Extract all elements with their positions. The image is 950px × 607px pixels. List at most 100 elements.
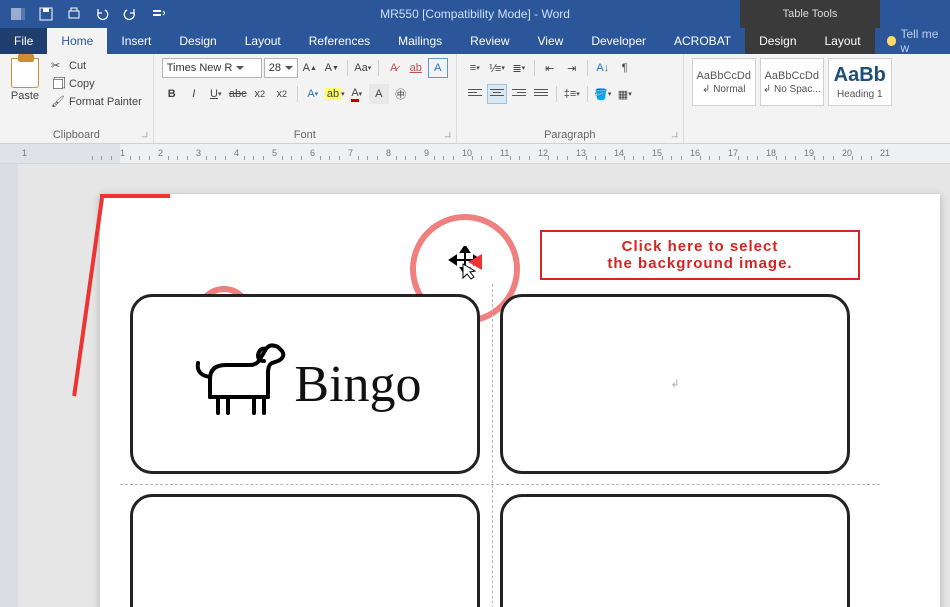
tab-table-design[interactable]: Design [745,28,810,54]
group-font: Times New R 28 A▲ A▼ Aa▾ A̷ ab A B I U▾ … [154,54,457,143]
char-shading-button[interactable]: A [369,84,389,104]
group-label-paragraph: Paragraph [465,127,675,141]
group-styles: AaBbCcDd ↲ Normal AaBbCcDd ↲ No Spac... … [684,54,950,143]
style-normal[interactable]: AaBbCcDd ↲ Normal [692,58,756,106]
font-size-combo[interactable]: 28 [264,58,298,78]
paste-button[interactable]: Paste [8,58,42,110]
underline-button[interactable]: U▾ [206,84,226,104]
label-cell-3[interactable] [130,494,480,607]
bold-button[interactable]: B [162,84,182,104]
change-case-button[interactable]: Aa▾ [353,58,373,78]
align-center-button[interactable] [487,84,507,104]
annotation-callout-top: Click here to select the background imag… [540,230,860,280]
tab-design[interactable]: Design [165,28,230,54]
tell-me-search[interactable]: Tell me w [887,28,950,54]
undo-icon[interactable] [90,3,114,25]
copy-icon [53,79,63,89]
character-border-button[interactable]: A [428,58,448,78]
tab-developer[interactable]: Developer [577,28,660,54]
ruler-label: 8 [386,148,391,158]
redo-icon[interactable] [118,3,142,25]
line-spacing-button[interactable]: ‡≡▾ [562,84,582,104]
font-color-button[interactable]: A▾ [347,84,367,104]
show-marks-button[interactable]: ¶ [615,58,635,78]
paste-icon [11,58,39,88]
align-left-icon [468,89,482,99]
decrease-indent-button[interactable]: ⇤ [540,58,560,78]
tab-mailings[interactable]: Mailings [384,28,456,54]
superscript-button[interactable]: x2 [272,84,292,104]
align-right-button[interactable] [509,84,529,104]
table-gridline-horizontal [120,484,880,485]
align-right-icon [512,89,526,99]
shrink-font-button[interactable]: A▼ [322,58,342,78]
ruler-label: 16 [690,148,700,158]
ruler-label: 18 [766,148,776,158]
style-heading1[interactable]: AaBb Heading 1 [828,58,892,106]
annotation-top-line2: the background image. [552,255,848,272]
copy-label: Copy [69,78,95,90]
document-canvas[interactable]: Click here to select the background imag… [0,164,950,607]
save-icon[interactable] [34,3,58,25]
format-painter-button[interactable]: 🖌Format Painter [48,94,145,110]
ruler-label: 14 [614,148,624,158]
sort-button[interactable]: A↓ [593,58,613,78]
ruler-label: 15 [652,148,662,158]
tab-layout[interactable]: Layout [231,28,295,54]
ruler-label: 10 [462,148,472,158]
label-cell-1-text: Bingo [294,355,421,414]
tab-view[interactable]: View [524,28,578,54]
tab-references[interactable]: References [295,28,384,54]
phonetic-guide-button[interactable]: ab [406,58,426,78]
tab-home[interactable]: Home [47,28,107,54]
label-cell-4[interactable] [500,494,850,607]
qat-customize-icon[interactable] [146,3,170,25]
multilevel-list-button[interactable]: ≣▾ [509,58,529,78]
print-preview-icon[interactable] [62,3,86,25]
ruler-label: 6 [310,148,315,158]
group-paragraph: ≡▾ ⅟≡▾ ≣▾ ⇤ ⇥ A↓ ¶ ‡≡▾ 🪣▾ ▦▾ [457,54,684,143]
page[interactable]: Click here to select the background imag… [100,194,940,607]
increase-indent-button[interactable]: ⇥ [562,58,582,78]
title-bar: MR550 [Compatibility Mode] - Word Table … [0,0,950,28]
ruler-label: 11 [500,148,509,158]
style-normal-label: ↲ Normal [702,84,745,95]
align-left-button[interactable] [465,84,485,104]
enclose-char-button[interactable]: ㊥ [391,84,411,104]
bullets-button[interactable]: ≡▾ [465,58,485,78]
ruler-label: 7 [348,148,353,158]
subscript-button[interactable]: x2 [250,84,270,104]
ribbon: Paste ✂Cut Copy 🖌Format Painter Clipboar… [0,54,950,144]
ruler-label: 2 [158,148,163,158]
ruler-label: 4 [234,148,239,158]
ruler-label: 9 [424,148,429,158]
tab-file[interactable]: File [0,28,47,54]
label-cell-2[interactable]: ↲ [500,294,850,474]
cut-button[interactable]: ✂Cut [48,58,145,74]
strikethrough-button[interactable]: abc [228,84,248,104]
dog-clipart-icon [188,339,288,430]
grow-font-button[interactable]: A▲ [300,58,320,78]
horizontal-ruler[interactable]: 1123456789101112131415161718192021 [0,144,950,164]
font-name-combo[interactable]: Times New R [162,58,262,78]
tab-table-layout[interactable]: Layout [811,28,875,54]
text-effects-button[interactable]: A▾ [303,84,323,104]
clear-formatting-button[interactable]: A̷ [384,58,404,78]
ruler-label: 3 [196,148,201,158]
tell-me-label: Tell me w [900,27,950,55]
shading-button[interactable]: 🪣▾ [593,84,613,104]
italic-button[interactable]: I [184,84,204,104]
tab-acrobat[interactable]: ACROBAT [660,28,745,54]
label-cell-1[interactable]: Bingo [130,294,480,474]
borders-button[interactable]: ▦▾ [615,84,635,104]
style-no-spacing[interactable]: AaBbCcDd ↲ No Spac... [760,58,824,106]
word-icon[interactable] [6,3,30,25]
style-nospacing-label: ↲ No Spac... [763,84,821,95]
tab-review[interactable]: Review [456,28,523,54]
copy-button[interactable]: Copy [48,76,145,92]
vertical-ruler-gutter [0,164,18,607]
highlight-button[interactable]: ab▾ [325,84,345,104]
numbering-button[interactable]: ⅟≡▾ [487,58,507,78]
justify-button[interactable] [531,84,551,104]
tab-insert[interactable]: Insert [107,28,165,54]
